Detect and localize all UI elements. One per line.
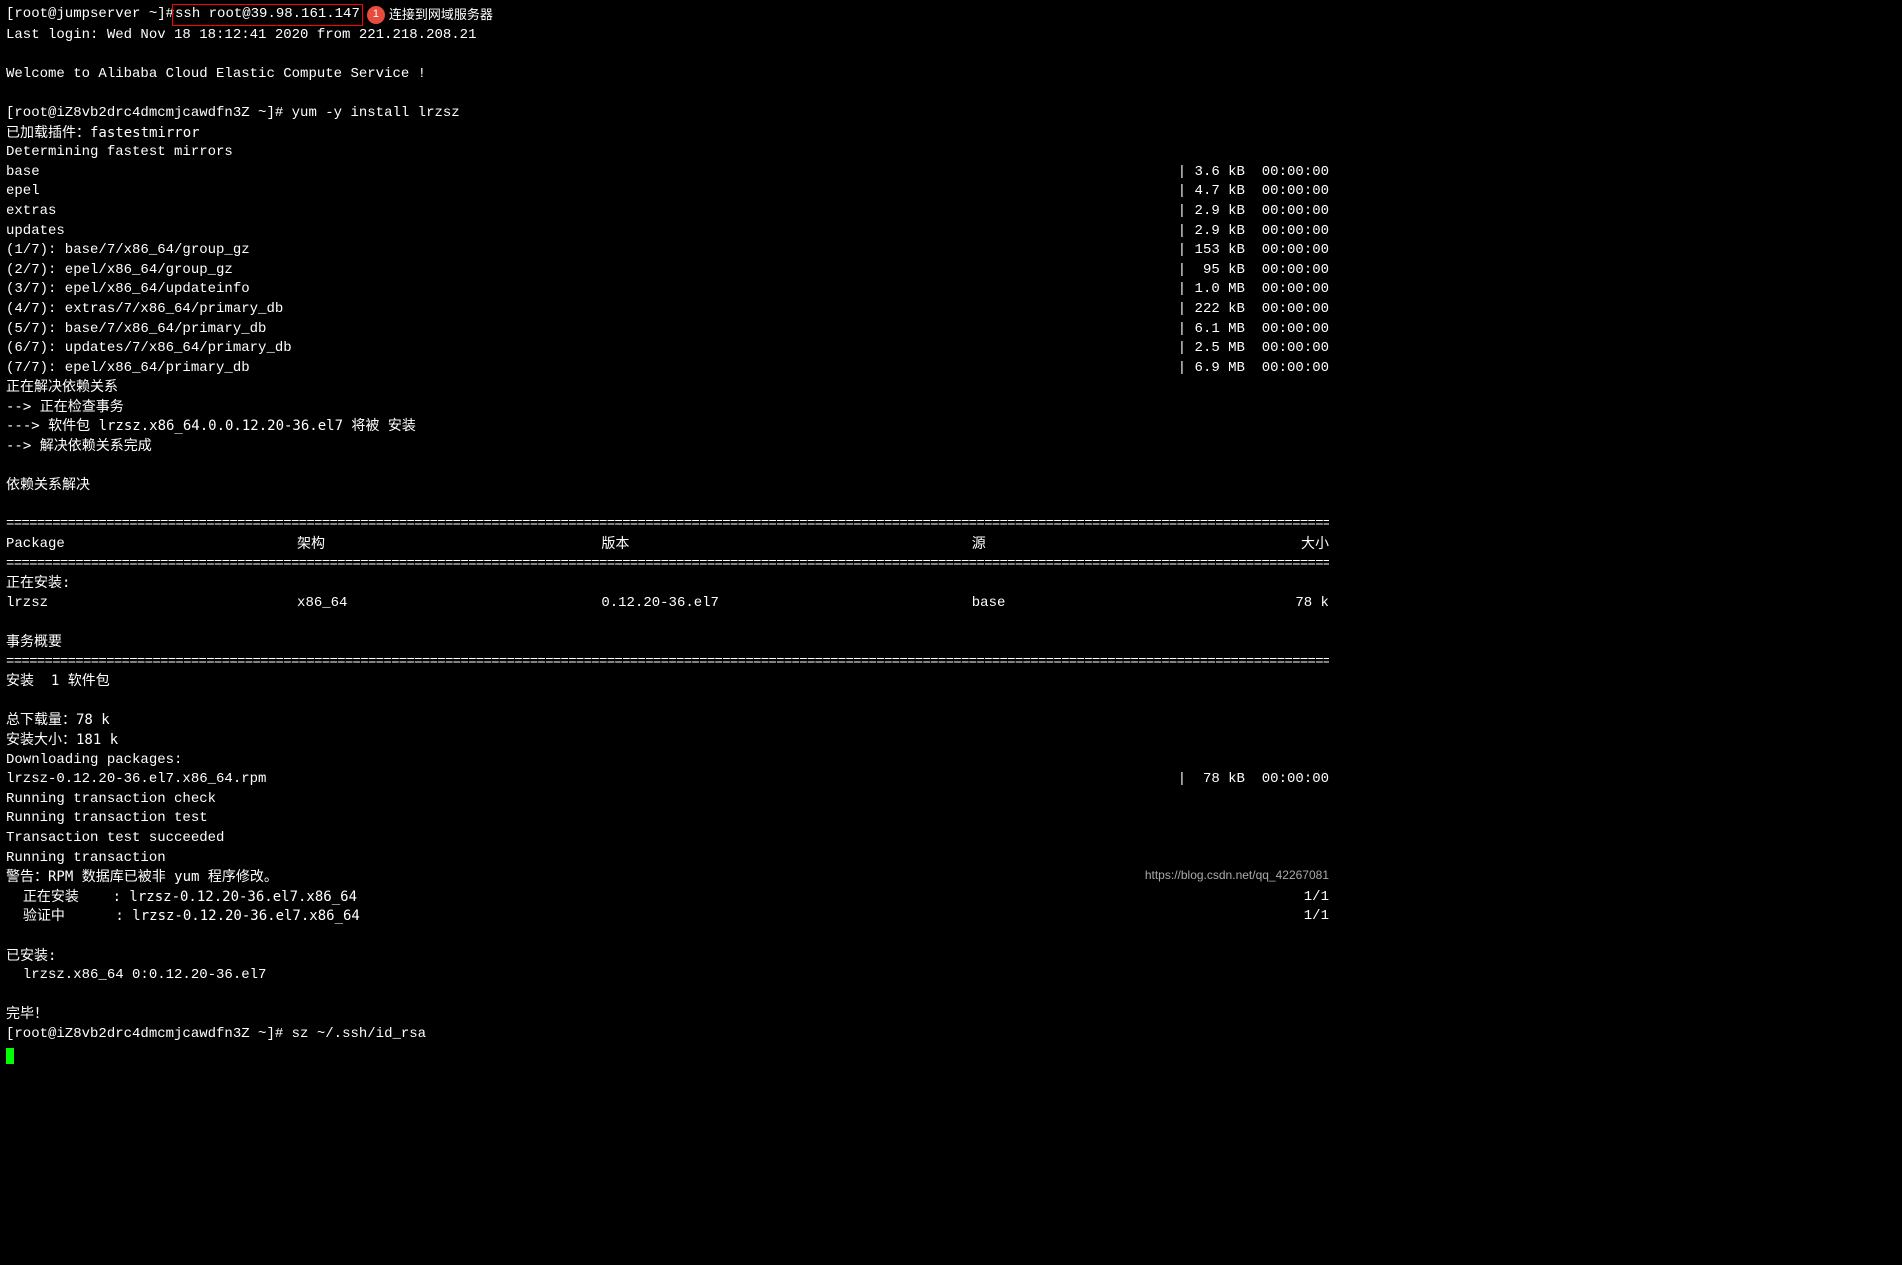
warning-line: 警告：RPM 数据库已被非 yum 程序修改。 <box>6 868 1329 888</box>
repo-line: epel| 4.7 kB 00:00:00 <box>6 182 1329 202</box>
complete-line: 完毕！ <box>6 1005 1329 1025</box>
output-line: --> 正在检查事务 <box>6 398 1329 418</box>
repo-line: (4/7): extras/7/x86_64/primary_db| 222 k… <box>6 300 1329 320</box>
install-step: 正在安装 : lrzsz-0.12.20-36.el7.x86_641/1 <box>6 888 1329 908</box>
separator-line: ========================================… <box>6 555 1329 575</box>
rpm-line: lrzsz-0.12.20-36.el7.x86_64.rpm| 78 kB 0… <box>6 770 1329 790</box>
badge-label: 连接到网域服务器 <box>389 6 493 24</box>
col-arch: 架构 <box>297 535 601 555</box>
repo-line: (6/7): updates/7/x86_64/primary_db| 2.5 … <box>6 339 1329 359</box>
command-line[interactable]: [root@iZ8vb2drc4dmcmjcawdfn3Z ~]# sz ~/.… <box>6 1025 1329 1045</box>
separator-line: ========================================… <box>6 653 1329 673</box>
repo-line: extras| 2.9 kB 00:00:00 <box>6 202 1329 222</box>
output-line: --> 解决依赖关系完成 <box>6 437 1329 457</box>
package-row: lrzsz x86_64 0.12.20-36.el7 base 78 k <box>6 594 1329 614</box>
repo-line: (5/7): base/7/x86_64/primary_db| 6.1 MB … <box>6 320 1329 340</box>
table-header: Package 架构 版本 源 大小 <box>6 535 1329 555</box>
command-line[interactable]: [root@iZ8vb2drc4dmcmjcawdfn3Z ~]# yum -y… <box>6 104 1329 124</box>
verify-step: 验证中 : lrzsz-0.12.20-36.el7.x86_641/1 <box>6 907 1329 927</box>
output-line: Running transaction <box>6 849 1329 869</box>
installed-label: 已安装: <box>6 947 1329 967</box>
welcome-line: Welcome to Alibaba Cloud Elastic Compute… <box>6 65 1329 85</box>
repo-line: (1/7): base/7/x86_64/group_gz| 153 kB 00… <box>6 241 1329 261</box>
notification-badge-icon: 1 <box>367 6 385 24</box>
col-version: 版本 <box>601 535 971 555</box>
separator-line: ========================================… <box>6 515 1329 535</box>
downloading-label: Downloading packages: <box>6 751 1329 771</box>
installing-label: 正在安装: <box>6 574 1329 594</box>
cursor-line[interactable] <box>6 1044 1329 1064</box>
output-line: Running transaction check <box>6 790 1329 810</box>
highlighted-command: ssh root@39.98.161.147 <box>172 4 363 26</box>
col-repository: 源 <box>972 535 1263 555</box>
terminal-line[interactable]: [root@jumpserver ~]# ssh root@39.98.161.… <box>6 4 1329 26</box>
download-size: 总下载量：78 k <box>6 711 1329 731</box>
repo-line: (7/7): epel/x86_64/primary_db| 6.9 MB 00… <box>6 359 1329 379</box>
deps-resolved-line: 依赖关系解决 <box>6 476 1329 496</box>
install-size: 安装大小：181 k <box>6 731 1329 751</box>
output-line: 正在解决依赖关系 <box>6 378 1329 398</box>
repo-line: updates| 2.9 kB 00:00:00 <box>6 222 1329 242</box>
repo-line: (2/7): epel/x86_64/group_gz| 95 kB 00:00… <box>6 261 1329 281</box>
output-line: Transaction test succeeded <box>6 829 1329 849</box>
installed-item: lrzsz.x86_64 0:0.12.20-36.el7 <box>6 966 1329 986</box>
output-line: 已加载插件：fastestmirror <box>6 124 1329 144</box>
output-line: Running transaction test <box>6 809 1329 829</box>
last-login-line: Last login: Wed Nov 18 18:12:41 2020 fro… <box>6 26 1329 46</box>
col-size: 大小 <box>1263 535 1329 555</box>
col-package: Package <box>6 535 297 555</box>
repo-line: base| 3.6 kB 00:00:00 <box>6 163 1329 183</box>
output-line: ---> 软件包 lrzsz.x86_64.0.0.12.20-36.el7 将… <box>6 417 1329 437</box>
output-line: Determining fastest mirrors <box>6 143 1329 163</box>
prompt-host: [root@jumpserver ~]# <box>6 5 174 25</box>
watermark: https://blog.csdn.net/qq_42267081 <box>1145 867 1329 884</box>
install-count: 安装 1 软件包 <box>6 672 1329 692</box>
repo-line: (3/7): epel/x86_64/updateinfo| 1.0 MB 00… <box>6 280 1329 300</box>
summary-label: 事务概要 <box>6 633 1329 653</box>
cursor-icon <box>6 1048 14 1064</box>
